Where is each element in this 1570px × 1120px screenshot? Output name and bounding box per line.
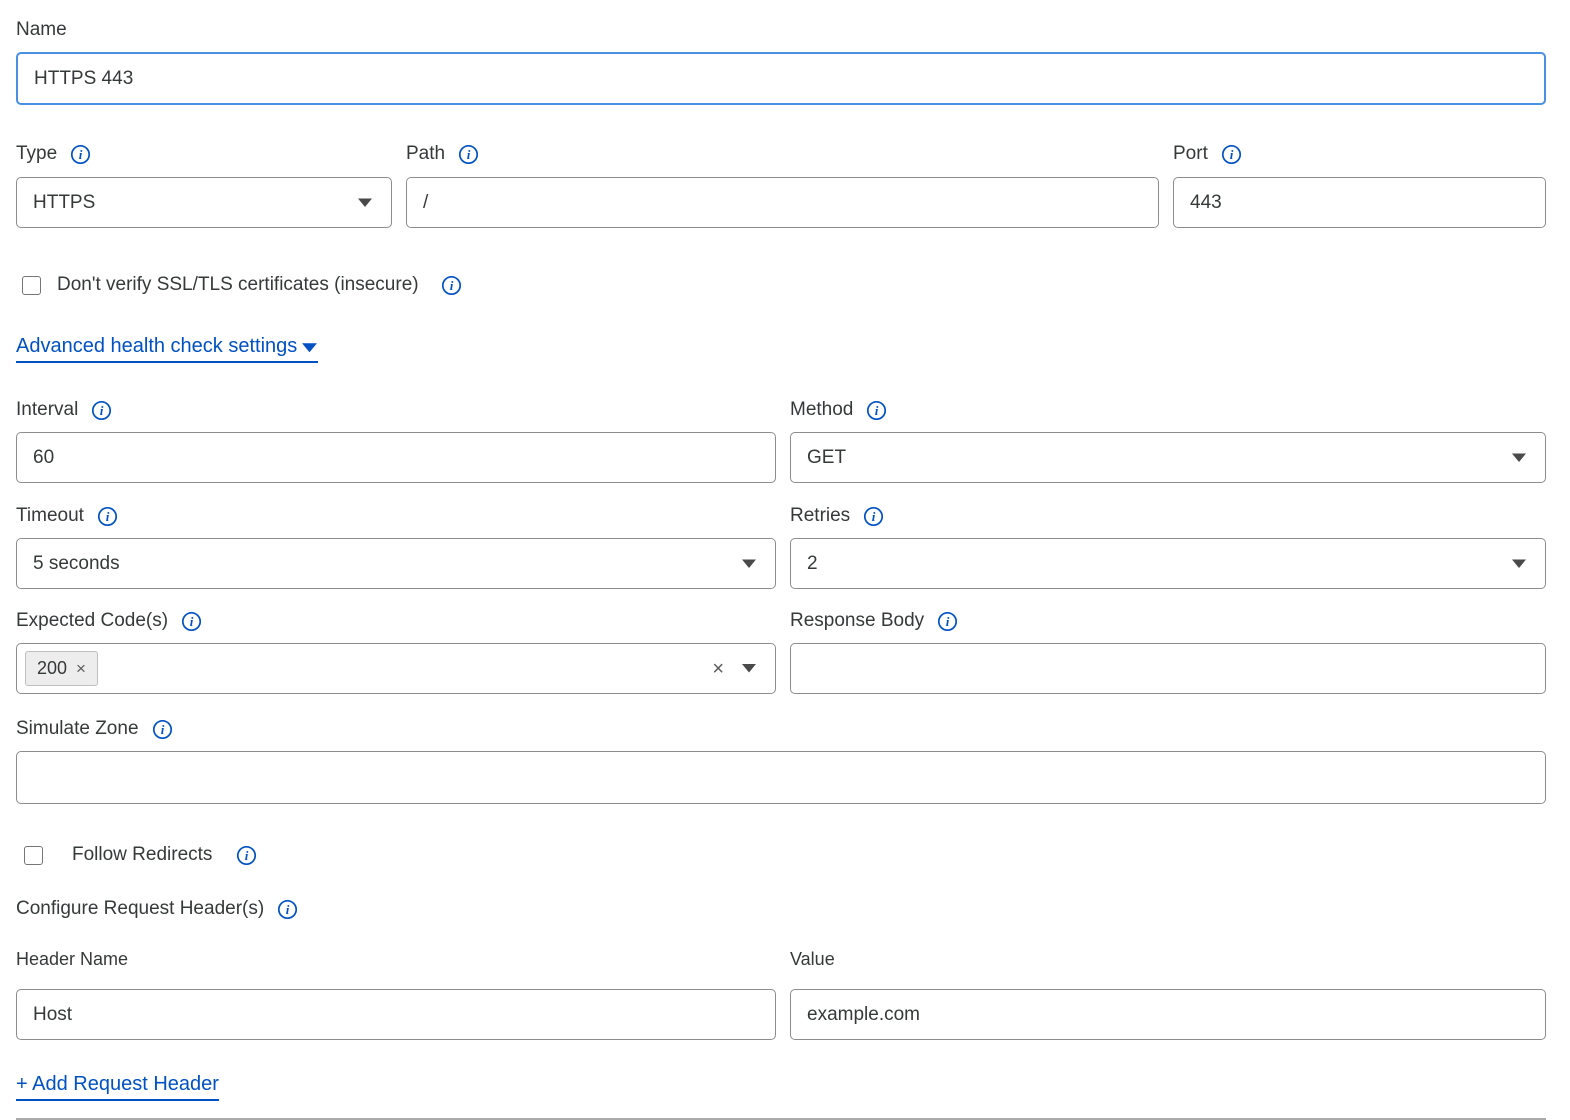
method-label: Method — [790, 398, 853, 422]
info-icon[interactable] — [181, 611, 202, 632]
chevron-down-icon — [357, 197, 373, 208]
retries-label: Retries — [790, 504, 850, 528]
name-label: Name — [16, 18, 67, 42]
type-select[interactable]: HTTPS — [16, 177, 392, 228]
expected-codes-multiselect[interactable]: 200 × × — [16, 643, 776, 694]
path-label: Path — [406, 142, 445, 166]
method-select[interactable]: GET — [790, 432, 1546, 483]
clear-icon[interactable]: × — [712, 659, 724, 679]
response-body-label: Response Body — [790, 609, 924, 633]
port-input[interactable] — [1173, 177, 1546, 228]
path-input[interactable] — [406, 177, 1159, 228]
info-icon[interactable] — [458, 144, 479, 165]
simulate-zone-label: Simulate Zone — [16, 717, 139, 741]
simulate-zone-input[interactable] — [16, 751, 1546, 804]
info-icon[interactable] — [91, 400, 112, 421]
info-icon[interactable] — [97, 506, 118, 527]
timeout-label: Timeout — [16, 504, 84, 528]
header-name-column-label: Header Name — [16, 947, 128, 971]
follow-redirects-checkbox[interactable] — [24, 846, 43, 865]
add-request-header-link[interactable]: + Add Request Header — [16, 1073, 219, 1101]
type-label: Type — [16, 142, 57, 166]
info-icon[interactable] — [277, 899, 298, 920]
chevron-down-icon — [1511, 452, 1527, 463]
timeout-select[interactable]: 5 seconds — [16, 538, 776, 589]
interval-label: Interval — [16, 398, 78, 422]
health-check-form: Name Type HTTPS Path Port — [0, 0, 1570, 1120]
header-name-input[interactable] — [16, 989, 776, 1040]
remove-icon[interactable]: × — [76, 660, 86, 677]
name-input[interactable] — [16, 52, 1546, 105]
port-label: Port — [1173, 142, 1208, 166]
type-select-value: HTTPS — [33, 192, 95, 214]
info-icon[interactable] — [866, 400, 887, 421]
chevron-down-icon[interactable] — [741, 663, 757, 674]
ssl-verify-checkbox[interactable] — [22, 276, 41, 295]
info-icon[interactable] — [236, 845, 257, 866]
info-icon[interactable] — [1221, 144, 1242, 165]
retries-select-value: 2 — [807, 553, 818, 575]
info-icon[interactable] — [441, 275, 462, 296]
chevron-down-icon — [741, 558, 757, 569]
ssl-verify-label[interactable]: Don't verify SSL/TLS certificates (insec… — [57, 274, 419, 296]
advanced-settings-link[interactable]: Advanced health check settings — [16, 335, 318, 363]
header-value-column-label: Value — [790, 947, 835, 971]
info-icon[interactable] — [152, 719, 173, 740]
info-icon[interactable] — [70, 144, 91, 165]
info-icon[interactable] — [937, 611, 958, 632]
request-header-row: Header Name Value — [16, 947, 1546, 1040]
response-body-input[interactable] — [790, 643, 1546, 694]
timeout-select-value: 5 seconds — [33, 553, 120, 575]
expected-code-tag: 200 × — [25, 651, 98, 686]
info-icon[interactable] — [863, 506, 884, 527]
request-headers-section-label: Configure Request Header(s) — [16, 897, 264, 921]
chevron-down-icon — [1511, 558, 1527, 569]
expected-codes-label: Expected Code(s) — [16, 609, 168, 633]
follow-redirects-label[interactable]: Follow Redirects — [72, 844, 212, 866]
method-select-value: GET — [807, 447, 846, 469]
retries-select[interactable]: 2 — [790, 538, 1546, 589]
chevron-down-icon — [301, 342, 318, 354]
header-value-input[interactable] — [790, 989, 1546, 1040]
interval-input[interactable] — [16, 432, 776, 483]
